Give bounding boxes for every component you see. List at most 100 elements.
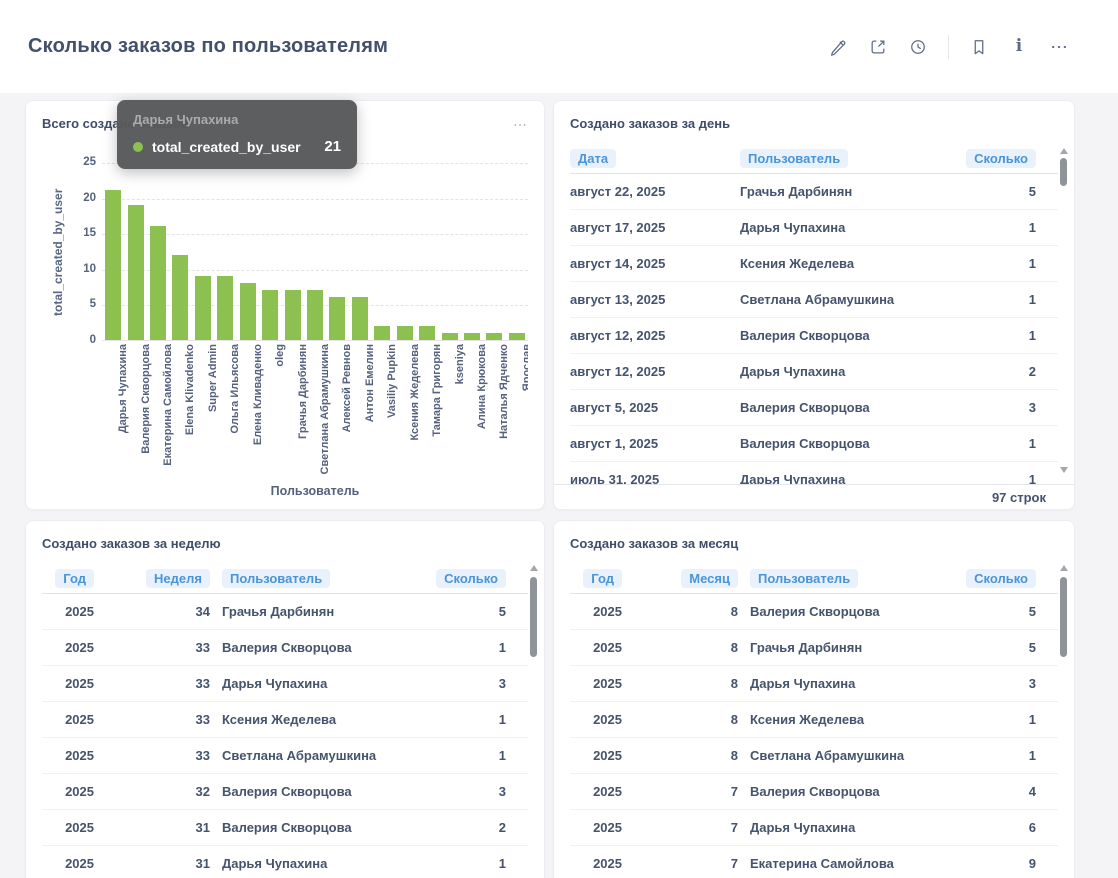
column-header-pill[interactable]: Пользователь bbox=[222, 569, 330, 588]
bookmark-button[interactable] bbox=[963, 31, 995, 63]
table-cell: Валерия Скворцова bbox=[740, 436, 954, 451]
bar[interactable] bbox=[195, 276, 211, 340]
table-row: 20258Светлана Абрамушкина1 bbox=[570, 738, 1058, 774]
table-cell: Грачья Дарбинян bbox=[750, 640, 954, 655]
table-cell: 9 bbox=[966, 856, 1036, 871]
column-header-pill[interactable]: Дата bbox=[570, 149, 616, 168]
table-row: август 13, 2025Светлана Абрамушкина1 bbox=[570, 282, 1058, 318]
scroll-up-arrow[interactable] bbox=[1060, 148, 1068, 154]
column-header: Год bbox=[570, 569, 622, 588]
table-cell: 2025 bbox=[42, 640, 94, 655]
table-row: август 12, 2025Валерия Скворцова1 bbox=[570, 318, 1058, 354]
table-cell: 4 bbox=[966, 784, 1036, 799]
column-header-pill[interactable]: Сколько bbox=[966, 149, 1036, 168]
table-cell: 2025 bbox=[42, 604, 94, 619]
bar[interactable] bbox=[397, 326, 413, 340]
column-header-pill[interactable]: Год bbox=[55, 569, 94, 588]
table-row: август 22, 2025Грачья Дарбинян5 bbox=[570, 174, 1058, 210]
bar-slot bbox=[281, 290, 303, 340]
x-tick: kseniya bbox=[438, 344, 460, 478]
table-cell: 5 bbox=[966, 604, 1036, 619]
table-cell: 2025 bbox=[42, 856, 94, 871]
column-header-pill[interactable]: Неделя bbox=[146, 569, 210, 588]
column-header-pill[interactable]: Сколько bbox=[966, 569, 1036, 588]
table-cell: Дарья Чупахина bbox=[750, 676, 954, 691]
bar[interactable] bbox=[464, 333, 480, 340]
edit-button[interactable] bbox=[822, 31, 854, 63]
bar-slot bbox=[416, 326, 438, 340]
bar[interactable] bbox=[486, 333, 502, 340]
table-cell: 3 bbox=[966, 676, 1036, 691]
bar[interactable] bbox=[509, 333, 525, 340]
x-axis-title: Пользователь bbox=[102, 484, 528, 498]
bar-slot bbox=[438, 333, 460, 340]
bar[interactable] bbox=[172, 255, 188, 340]
table-body: август 22, 2025Грачья Дарбинян5август 17… bbox=[570, 174, 1058, 486]
table-row: 202533Дарья Чупахина3 bbox=[42, 666, 528, 702]
table-cell: 33 bbox=[106, 712, 210, 727]
more-button[interactable] bbox=[1043, 31, 1075, 63]
bar[interactable] bbox=[442, 333, 458, 340]
scrollbar-thumb[interactable] bbox=[530, 577, 537, 657]
bar-slot bbox=[192, 276, 214, 340]
column-header-pill[interactable]: Сколько bbox=[436, 569, 506, 588]
info-button[interactable]: i bbox=[1003, 31, 1035, 63]
table-cell: 33 bbox=[106, 676, 210, 691]
table-cell: 7 bbox=[634, 820, 738, 835]
table-cell: 31 bbox=[106, 820, 210, 835]
table-cell: Валерия Скворцова bbox=[740, 400, 954, 415]
bar[interactable] bbox=[352, 297, 368, 340]
bar-slot bbox=[237, 283, 259, 340]
table-cell: 5 bbox=[436, 604, 506, 619]
table-cell: 1 bbox=[436, 640, 506, 655]
open-in-new-button[interactable] bbox=[862, 31, 894, 63]
toolbar: i bbox=[822, 31, 1075, 63]
bar[interactable] bbox=[150, 226, 166, 340]
bar[interactable] bbox=[307, 290, 323, 340]
y-tick-label: 15 bbox=[68, 227, 96, 239]
bar[interactable] bbox=[262, 290, 278, 340]
table-row: 20258Грачья Дарбинян5 bbox=[570, 630, 1058, 666]
bar[interactable] bbox=[128, 205, 144, 340]
bar[interactable] bbox=[329, 297, 345, 340]
table-cell: Валерия Скворцова bbox=[222, 784, 424, 799]
scroll-up-arrow[interactable] bbox=[1060, 565, 1068, 571]
table-footer: 97 строк bbox=[554, 484, 1074, 509]
table-body: 202534Грачья Дарбинян5202533Валерия Скво… bbox=[42, 594, 528, 878]
day-table-title: Создано заказов за день bbox=[554, 101, 1074, 131]
scrollbar-thumb[interactable] bbox=[1060, 577, 1067, 657]
bar-slot bbox=[259, 290, 281, 340]
table-cell: 2 bbox=[966, 364, 1036, 379]
scroll-up-arrow[interactable] bbox=[530, 565, 538, 571]
bar-chart: total_created_by_user 0510152025 Дарья Ч… bbox=[26, 131, 544, 498]
y-tick-label: 25 bbox=[68, 156, 96, 168]
column-header-pill[interactable]: Месяц bbox=[681, 569, 738, 588]
month-table: ГодМесяцПользовательСколько20258Валерия … bbox=[554, 564, 1074, 878]
table-cell: 8 bbox=[634, 640, 738, 655]
scroll-down-arrow[interactable] bbox=[1060, 467, 1068, 473]
bar[interactable] bbox=[217, 276, 233, 340]
column-header-pill[interactable]: Пользователь bbox=[750, 569, 858, 588]
table-row: 20257Дарья Чупахина6 bbox=[570, 810, 1058, 846]
column-header-pill[interactable]: Год bbox=[583, 569, 622, 588]
table-row: июль 31, 2025Дарья Чупахина1 bbox=[570, 462, 1058, 486]
table-cell: 1 bbox=[966, 292, 1036, 307]
table-cell: 8 bbox=[634, 676, 738, 691]
table-cell: 2025 bbox=[570, 712, 622, 727]
table-row: 20258Ксения Жеделева1 bbox=[570, 702, 1058, 738]
bar[interactable] bbox=[240, 283, 256, 340]
column-header-pill[interactable]: Пользователь bbox=[740, 149, 848, 168]
bar-slot bbox=[371, 326, 393, 340]
scrollbar-thumb[interactable] bbox=[1060, 158, 1067, 186]
card-menu-button[interactable] bbox=[508, 113, 532, 140]
bar[interactable] bbox=[419, 326, 435, 340]
chart-tooltip: Дарья Чупахина total_created_by_user 21 bbox=[117, 100, 357, 169]
bar[interactable] bbox=[285, 290, 301, 340]
y-axis-title: total_created_by_user bbox=[48, 163, 68, 341]
table-row: 20258Дарья Чупахина3 bbox=[570, 666, 1058, 702]
bar[interactable] bbox=[105, 190, 121, 340]
bar[interactable] bbox=[374, 326, 390, 340]
table-cell: Ксения Жеделева bbox=[740, 256, 954, 271]
history-button[interactable] bbox=[902, 31, 934, 63]
table-cell: 6 bbox=[966, 820, 1036, 835]
